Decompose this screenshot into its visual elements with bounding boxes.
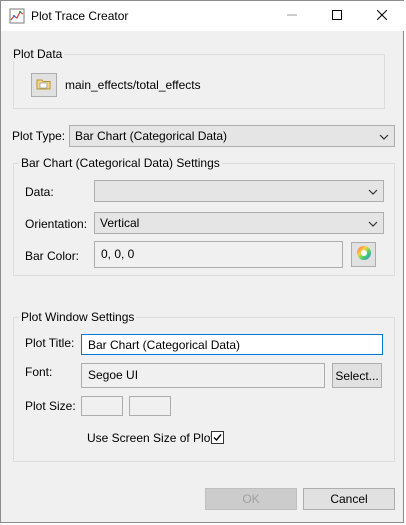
font-field[interactable]: Segoe UI	[81, 363, 325, 388]
plot-title-input[interactable]: Bar Chart (Categorical Data)	[81, 334, 383, 355]
plot-type-value: Bar Chart (Categorical Data)	[75, 129, 228, 143]
ok-button[interactable]: OK	[205, 488, 297, 510]
close-button[interactable]	[359, 1, 404, 31]
data-label: Data:	[25, 185, 54, 199]
chart-icon	[9, 8, 25, 24]
chevron-down-icon	[379, 131, 389, 141]
folder-icon	[36, 76, 52, 95]
bar-color-value: 0, 0, 0	[101, 247, 135, 261]
color-wheel-icon	[356, 245, 372, 264]
window-title: Plot Trace Creator	[31, 9, 129, 23]
plot-height-input[interactable]	[129, 396, 171, 416]
plot-title-label: Plot Title:	[25, 336, 75, 350]
bar-color-field[interactable]: 0, 0, 0	[94, 241, 343, 268]
minimize-button[interactable]	[269, 1, 314, 31]
ok-button-label: OK	[242, 492, 260, 506]
color-picker-button[interactable]	[351, 242, 376, 267]
orientation-label: Orientation:	[25, 217, 88, 231]
chevron-down-icon	[368, 186, 378, 196]
orientation-select[interactable]: Vertical	[94, 212, 384, 234]
maximize-button[interactable]	[314, 1, 359, 31]
select-font-label: Select...	[335, 368, 379, 383]
screen-size-label: Use Screen Size of Plot:	[87, 431, 218, 445]
plot-title-value: Bar Chart (Categorical Data)	[88, 338, 241, 352]
plot-type-label: Plot Type:	[12, 129, 66, 143]
font-value: Segoe UI	[88, 368, 139, 382]
bar-color-label: Bar Color:	[25, 249, 80, 263]
cancel-button[interactable]: Cancel	[303, 488, 395, 510]
select-font-button[interactable]: Select...	[332, 363, 382, 388]
title-bar: Plot Trace Creator	[1, 1, 405, 31]
plot-size-label: Plot Size:	[25, 399, 76, 413]
open-data-button[interactable]	[31, 73, 57, 97]
window-settings-group-title: Plot Window Settings	[19, 310, 137, 324]
minimize-icon	[286, 9, 297, 23]
dialog-window: Plot Trace Creator Plot Data main_effect…	[0, 0, 405, 523]
orientation-value: Vertical	[100, 216, 140, 230]
bar-settings-group-title: Bar Chart (Categorical Data) Settings	[19, 156, 222, 170]
plot-width-input[interactable]	[81, 396, 123, 416]
cancel-button-label: Cancel	[330, 492, 368, 506]
plot-data-path: main_effects/total_effects	[65, 78, 201, 92]
plot-type-select[interactable]: Bar Chart (Categorical Data)	[69, 125, 395, 147]
chevron-down-icon	[368, 218, 378, 228]
font-label: Font:	[25, 365, 53, 379]
plot-data-group-title: Plot Data	[11, 47, 65, 61]
close-icon	[376, 9, 387, 23]
screen-size-checkbox[interactable]	[211, 431, 224, 444]
maximize-icon	[331, 9, 342, 23]
data-select[interactable]	[94, 180, 384, 202]
